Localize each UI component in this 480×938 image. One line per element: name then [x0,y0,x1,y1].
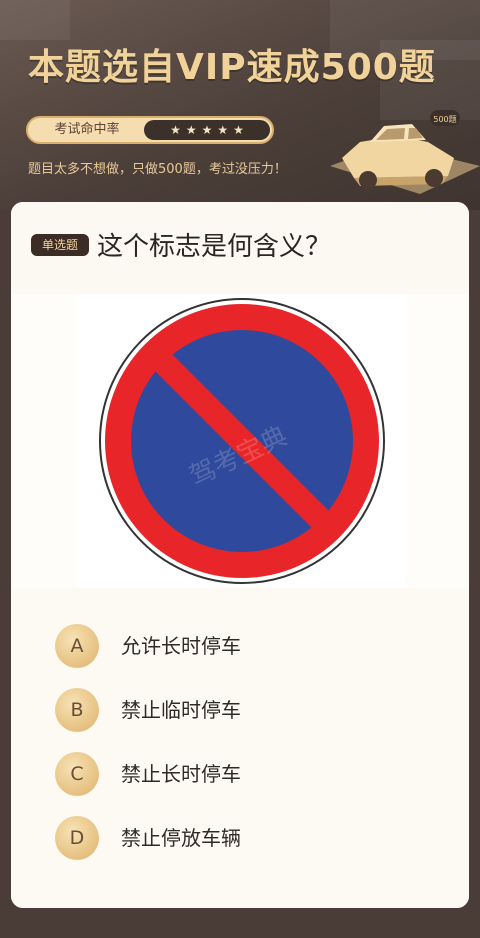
option-c-letter: C [55,752,99,796]
option-d-letter: D [55,816,99,860]
option-b[interactable]: B 禁止临时停车 [55,688,415,732]
no-parking-sign-icon: 驾考宝典 [99,298,385,584]
hit-rate-label: 考试命中率 [54,122,120,137]
answer-options: A 允许长时停车 B 禁止临时停车 C 禁止长时停车 D 禁止停放车辆 [11,588,469,908]
star-icon: ★ [201,123,213,137]
option-a-text: 允许长时停车 [121,634,241,658]
option-d-text: 禁止停放车辆 [121,826,241,850]
sign-image: 驾考宝典 [77,294,407,588]
star-icon: ★ [170,123,181,137]
hero-banner: 本题选自VIP速成500题 考试命中率 ★ ★ ★ ★ ★ 题目太多不想做，只做… [0,0,480,210]
option-a-letter: A [55,624,99,668]
option-d[interactable]: D 禁止停放车辆 [55,816,415,860]
rating-stars: ★ ★ ★ ★ ★ [144,120,270,140]
star-icon: ★ [233,123,244,137]
promo-title: 本题选自VIP速成500题 [28,47,436,88]
option-c[interactable]: C 禁止长时停车 [55,752,415,796]
option-c-text: 禁止长时停车 [121,762,241,786]
question-type-badge: 单选题 [31,234,89,256]
star-icon: ★ [185,123,197,137]
option-b-letter: B [55,688,99,732]
question-card: 单选题 这个标志是何含义？ 驾考宝典 A 允许长时停车 B 禁止临时停车 C 禁… [11,202,469,908]
car-badge-text: 500题 [433,115,456,124]
question-header: 单选题 这个标志是何含义？ [11,202,469,294]
hit-rate-pill: 考试命中率 ★ ★ ★ ★ ★ [26,116,274,144]
option-a[interactable]: A 允许长时停车 [55,624,415,668]
question-text: 这个标志是何含义？ [97,232,332,262]
promo-subtitle: 题目太多不想做，只做500题，考过没压力！ [28,162,287,177]
option-b-text: 禁止临时停车 [121,698,241,722]
car-illustration-icon: 500题 [330,110,480,194]
star-icon: ★ [217,123,229,137]
